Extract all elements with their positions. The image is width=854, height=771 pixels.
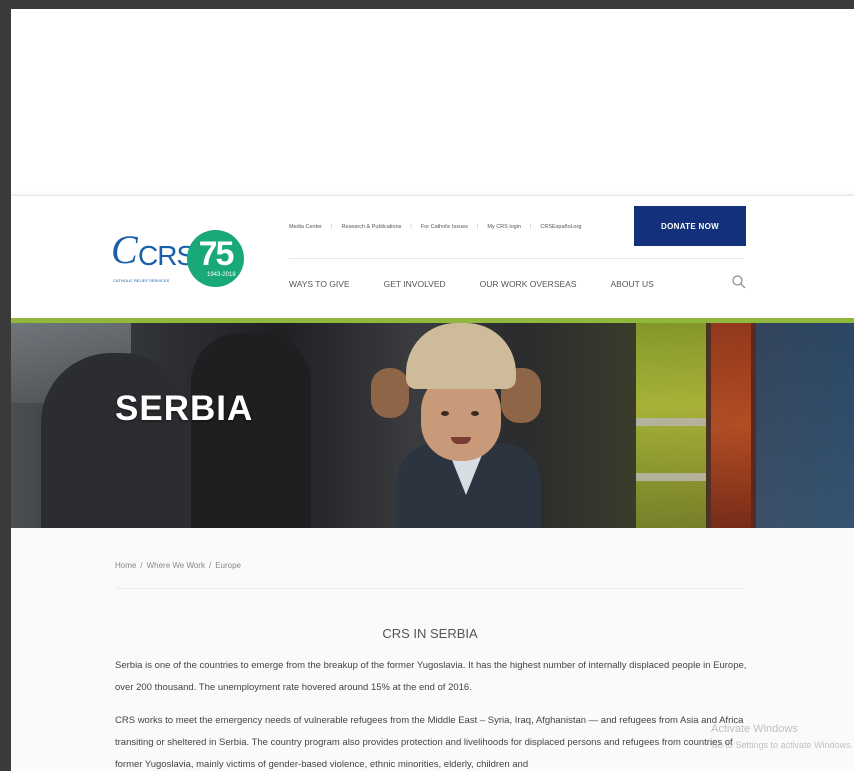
utility-separator: | (410, 224, 412, 230)
anniversary-number: 75 (198, 235, 235, 273)
breadcrumb: Home / Where We Work / Europe (115, 561, 241, 570)
breadcrumb-where-we-work[interactable]: Where We Work (147, 561, 205, 570)
logo-mark-icon: C (111, 227, 138, 272)
logo-tagline: CATHOLIC RELIEF SERVICES (113, 278, 170, 283)
vest-stripe (636, 473, 706, 481)
body-paragraph: CRS works to meet the emergency needs of… (115, 715, 744, 770)
body-paragraph: Serbia is one of the countries to emerge… (115, 660, 747, 693)
site-header: C CRS CATHOLIC RELIEF SERVICES 75 1943-2… (11, 196, 854, 321)
page-title: SERBIA (115, 389, 254, 428)
utility-separator: | (476, 224, 479, 230)
nav-item-get-involved[interactable]: GET INVOLVED (384, 279, 446, 289)
logo-brand: CRS (138, 240, 195, 271)
window-frame-left (0, 0, 11, 771)
crs-logo[interactable]: C CRS CATHOLIC RELIEF SERVICES 75 1943-2… (111, 220, 251, 302)
nav-item-about-us[interactable]: ABOUT US (611, 279, 654, 289)
breadcrumb-separator: / (140, 561, 143, 570)
hero-photo-safety-vest (636, 323, 706, 528)
utility-link-catholic-issues[interactable]: For Catholic Issues (421, 224, 468, 230)
utility-link-login[interactable]: My CRS login (487, 224, 521, 230)
hero-banner: SERBIA (11, 323, 854, 528)
hero-photo-child-hat (406, 323, 516, 389)
utility-link-media-center[interactable]: Media Center (289, 224, 322, 230)
nav-item-ways-to-give[interactable]: WAYS TO GIVE (289, 279, 350, 289)
hero-photo-hand (371, 368, 409, 418)
main-nav: WAYS TO GIVE GET INVOLVED OUR WORK OVERS… (289, 274, 688, 294)
eye (441, 411, 449, 416)
breadcrumb-home[interactable]: Home (115, 561, 136, 570)
search-icon[interactable] (731, 274, 747, 290)
mouth (451, 437, 471, 444)
hero-photo-person (756, 323, 854, 528)
eye (471, 411, 479, 416)
section-title: CRS IN SERBIA (382, 626, 478, 641)
anniversary-badge: 75 1943-2018 (187, 230, 244, 287)
hero-photo-person (41, 353, 191, 528)
browser-viewport: C CRS CATHOLIC RELIEF SERVICES 75 1943-2… (11, 9, 854, 771)
window-frame-top (0, 0, 854, 9)
breadcrumb-separator: / (208, 561, 212, 570)
content-divider (115, 588, 745, 589)
vest-stripe (636, 418, 706, 426)
hero-photo-safety-vest (711, 323, 751, 528)
donate-now-button[interactable]: DONATE NOW (634, 206, 746, 246)
nav-item-our-work-overseas[interactable]: OUR WORK OVERSEAS (480, 279, 577, 289)
utility-link-research[interactable]: Research & Publications (341, 224, 401, 230)
nav-divider (289, 258, 744, 259)
utility-links: Media Center | Research & Publications |… (289, 217, 581, 237)
utility-separator: | (529, 224, 532, 230)
blank-area (11, 9, 854, 195)
hero-photo-person (191, 333, 311, 528)
breadcrumb-europe[interactable]: Europe (215, 561, 241, 570)
utility-link-espanol[interactable]: CRSEspañol.org (540, 224, 581, 230)
utility-separator: | (331, 224, 333, 230)
website: C CRS CATHOLIC RELIEF SERVICES 75 1943-2… (11, 195, 854, 771)
anniversary-years: 1943-2018 (207, 272, 236, 278)
